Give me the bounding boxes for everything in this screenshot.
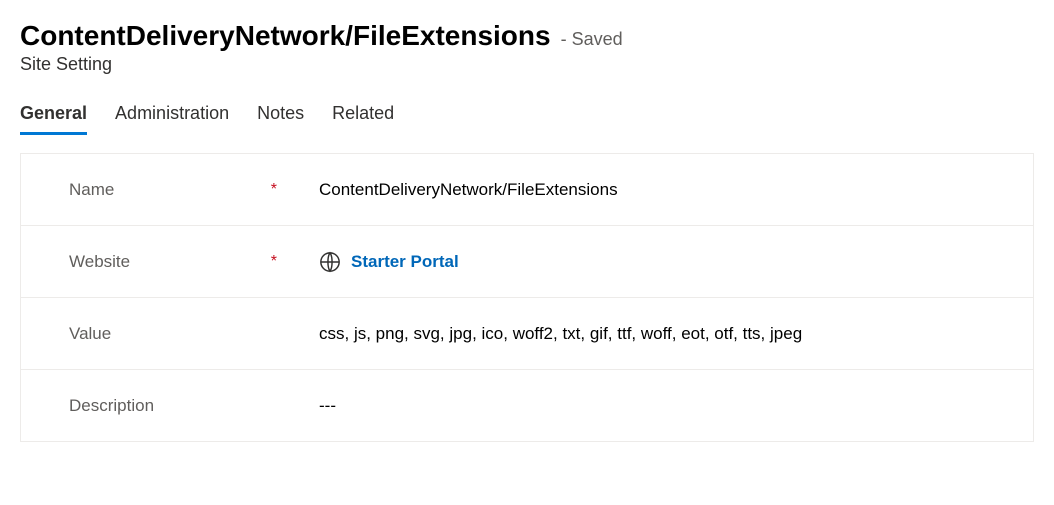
website-label: Website xyxy=(69,252,130,272)
website-field[interactable]: Starter Portal xyxy=(301,251,1033,273)
tab-administration[interactable]: Administration xyxy=(115,103,229,135)
name-label: Name xyxy=(69,180,114,200)
form-row-website: Website * Starter Portal xyxy=(21,226,1033,298)
form-row-description: Description --- xyxy=(21,370,1033,442)
description-value: --- xyxy=(319,396,336,416)
form-row-name: Name * ContentDeliveryNetwork/FileExtens… xyxy=(21,154,1033,226)
required-marker: * xyxy=(271,181,277,199)
tabs: General Administration Notes Related xyxy=(20,103,1034,135)
description-field[interactable]: --- xyxy=(301,396,1033,416)
tab-related[interactable]: Related xyxy=(332,103,394,135)
name-value: ContentDeliveryNetwork/FileExtensions xyxy=(319,180,618,200)
tab-notes[interactable]: Notes xyxy=(257,103,304,135)
required-marker: * xyxy=(271,253,277,271)
value-value: css, js, png, svg, jpg, ico, woff2, txt,… xyxy=(319,324,802,344)
value-label: Value xyxy=(69,324,111,344)
page-title: ContentDeliveryNetwork/FileExtensions xyxy=(20,20,551,52)
save-status: - Saved xyxy=(561,29,623,50)
tab-general[interactable]: General xyxy=(20,103,87,135)
entity-subtitle: Site Setting xyxy=(20,54,1034,75)
form-row-value: Value css, js, png, svg, jpg, ico, woff2… xyxy=(21,298,1033,370)
globe-icon xyxy=(319,251,341,273)
form-panel: Name * ContentDeliveryNetwork/FileExtens… xyxy=(20,153,1034,442)
description-label: Description xyxy=(69,396,154,416)
name-field[interactable]: ContentDeliveryNetwork/FileExtensions xyxy=(301,180,1033,200)
value-field[interactable]: css, js, png, svg, jpg, ico, woff2, txt,… xyxy=(301,324,1033,344)
website-lookup-link[interactable]: Starter Portal xyxy=(351,252,459,272)
